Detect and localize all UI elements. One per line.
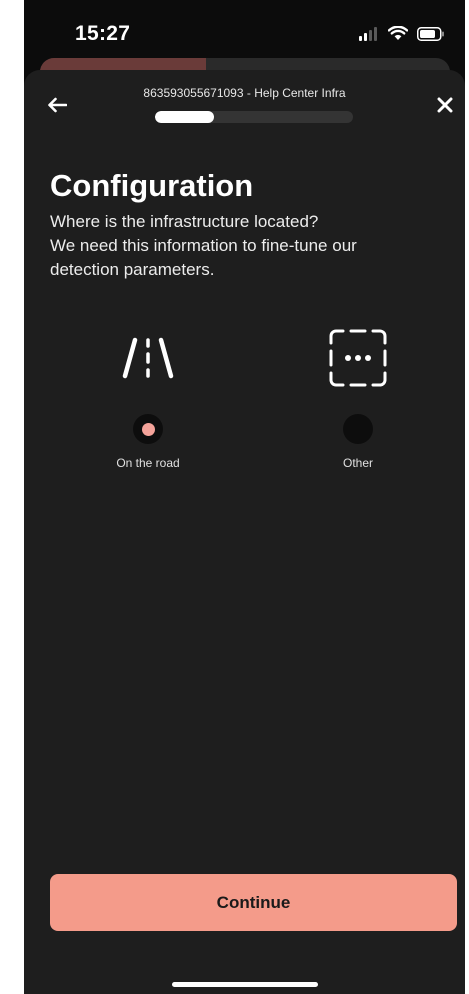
option-label: Other (342, 456, 373, 470)
continue-button[interactable]: Continue (50, 874, 457, 931)
page-title: Configuration (50, 168, 254, 203)
battery-icon (417, 26, 445, 46)
description-line: We need this information to fine-tune ou… (50, 236, 357, 255)
status-time: 15:27 (75, 22, 131, 45)
close-button[interactable] (432, 92, 458, 118)
progress-bar-fill (155, 111, 215, 123)
option-label: On the road (116, 456, 180, 470)
page-description: Where is the infrastructure located? We … (50, 210, 430, 282)
page-subtitle: 863593055671093 - Help Center Infra (143, 86, 346, 100)
radio-on-the-road[interactable] (133, 414, 163, 444)
description-line: detection parameters. (50, 260, 215, 279)
close-icon (437, 97, 453, 113)
cellular-signal-icon (359, 26, 379, 46)
progress-bar (155, 111, 353, 123)
status-icons (359, 25, 445, 46)
wifi-icon (387, 25, 409, 46)
radio-dot (141, 422, 155, 436)
home-indicator[interactable] (172, 982, 318, 987)
phone-screen: 15:27 863593055671093 - Help Center Infr… (24, 0, 465, 994)
description-line: Where is the infrastructure located? (50, 212, 319, 231)
radio-other[interactable] (343, 414, 373, 444)
dots-frame-icon (329, 329, 387, 387)
option-on-the-road[interactable]: On the road (88, 326, 208, 476)
status-bar: 15:27 (24, 0, 465, 62)
configuration-sheet: 863593055671093 - Help Center Infra Conf… (24, 70, 465, 994)
option-other[interactable]: Other (298, 326, 418, 476)
road-icon (122, 337, 174, 379)
radio-dot (352, 423, 365, 436)
